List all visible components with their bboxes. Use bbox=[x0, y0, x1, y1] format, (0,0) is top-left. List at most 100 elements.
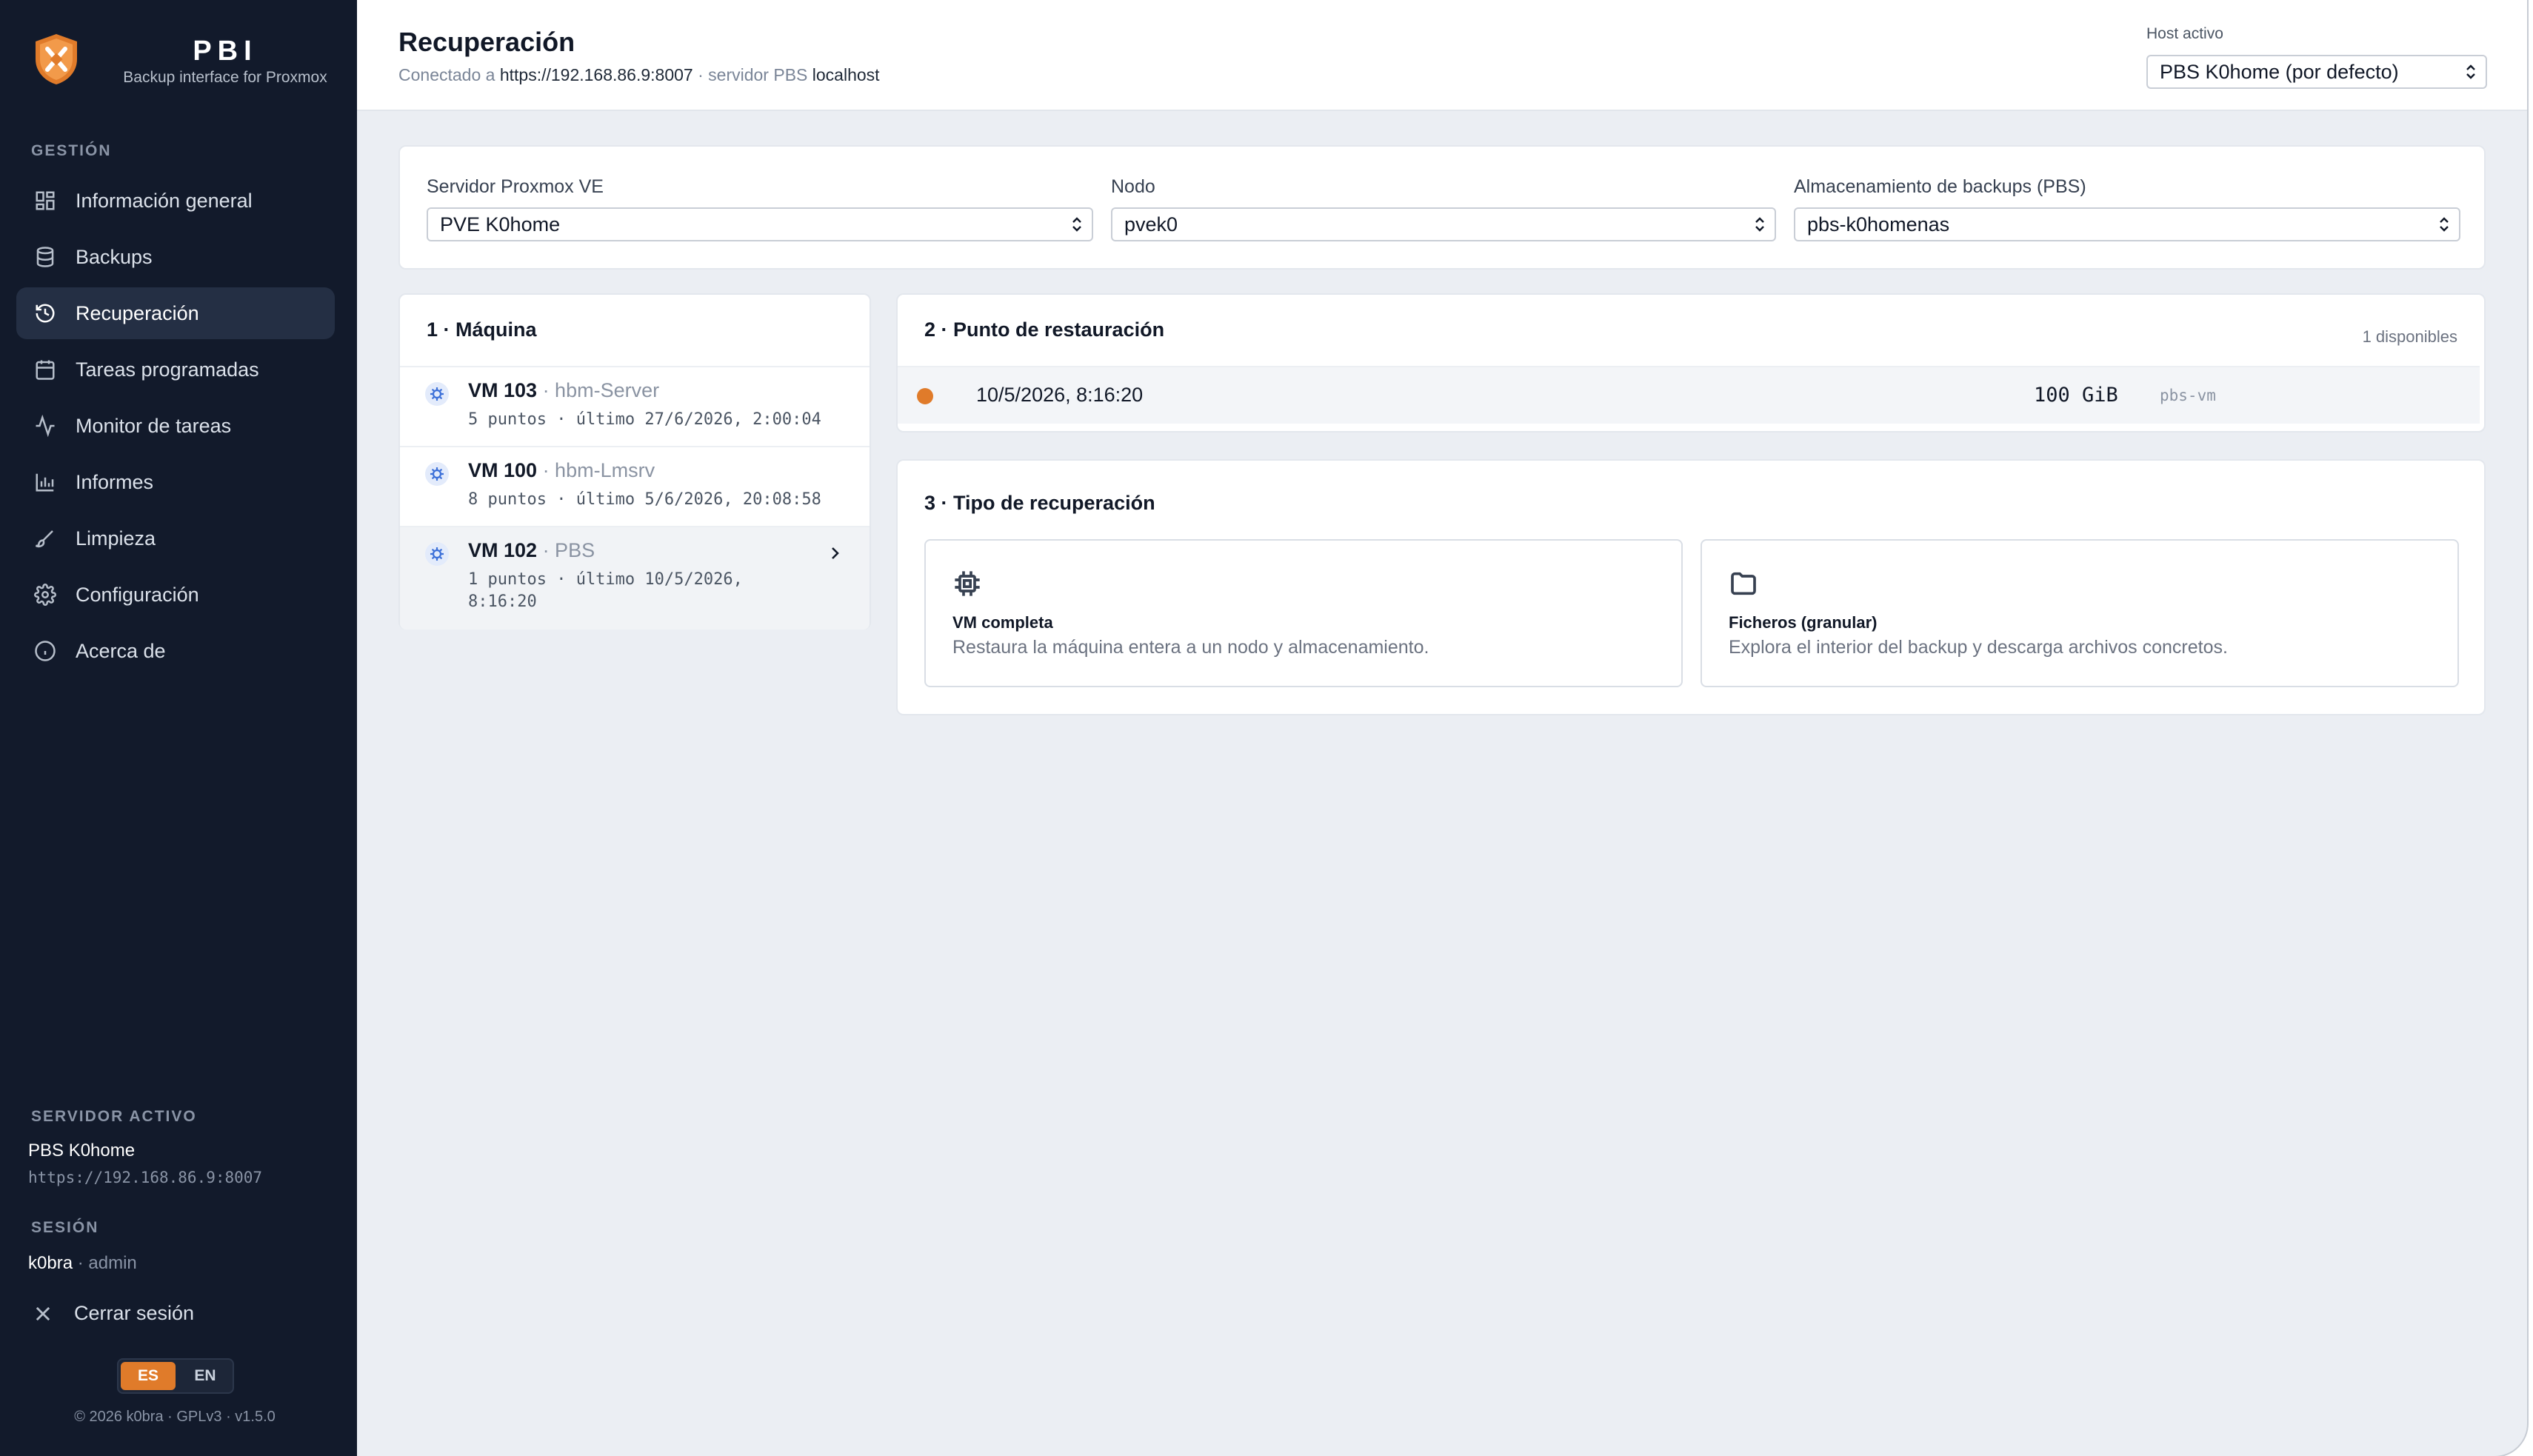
conn-url: https://192.168.86.9:8007 bbox=[499, 65, 693, 84]
language-switcher: ES EN bbox=[117, 1358, 234, 1394]
option-title: VM completa bbox=[952, 613, 1053, 632]
restore-point-row[interactable]: 10/5/2026, 8:16:20 100 GiB pbs-vm bbox=[898, 366, 2480, 424]
vm-list-item[interactable]: VM 103 · hbm-Server 5 puntos · último 27… bbox=[400, 366, 870, 446]
vm-meta: 1 puntos · último 10/5/2026, 8:16:20 bbox=[468, 570, 743, 611]
restore-point-size: 100 GiB bbox=[2034, 384, 2118, 407]
vm-hostname: · hbm-Lmsrv bbox=[537, 459, 655, 481]
storage-label: Almacenamiento de backups (PBS) bbox=[1794, 176, 2086, 197]
cpu-icon bbox=[955, 571, 980, 596]
full-vm-option[interactable]: VM completa Restaura la máquina entera a… bbox=[924, 539, 1683, 687]
active-server-name: PBS K0home bbox=[28, 1141, 136, 1161]
restore-point-title: 2 · Punto de restauración bbox=[924, 318, 1165, 341]
page-title: Recuperación bbox=[398, 27, 575, 57]
sidebar-item-label: Configuración bbox=[76, 583, 199, 606]
connection-info: Conectado a https://192.168.86.9:8007 · … bbox=[398, 65, 880, 85]
machines-title: 1 · Máquina bbox=[427, 318, 537, 341]
sidebar-item-label: Informes bbox=[76, 470, 154, 493]
sidebar-item-monitor[interactable]: Monitor de tareas bbox=[16, 400, 335, 452]
sidebar-item-recovery[interactable]: Recuperación bbox=[16, 287, 335, 339]
sidebar-item-label: Limpieza bbox=[76, 527, 156, 550]
select-arrows-icon bbox=[2466, 64, 2475, 79]
active-server-label: SERVIDOR ACTIVO bbox=[31, 1108, 197, 1125]
vm-meta: 8 puntos · último 5/6/2026, 20:08:58 bbox=[468, 490, 821, 509]
brand-title: PBI bbox=[193, 36, 258, 67]
database-icon bbox=[34, 246, 56, 268]
sidebar-item-label: Monitor de tareas bbox=[76, 414, 232, 437]
restore-point-date: 10/5/2026, 8:16:20 bbox=[976, 384, 1144, 406]
gear-icon bbox=[425, 542, 449, 566]
sidebar-footer: © 2026 k0bra · GPLv3 · v1.5.0 bbox=[74, 1409, 276, 1425]
lang-es-button[interactable]: ES bbox=[121, 1362, 176, 1390]
restore-point-card: 2 · Punto de restauración 1 disponibles … bbox=[896, 293, 2486, 433]
sidebar: PBI Backup interface for Proxmox GESTIÓN… bbox=[0, 0, 357, 1456]
vm-meta: 5 puntos · último 27/6/2026, 2:00:04 bbox=[468, 410, 821, 429]
gear-icon bbox=[425, 382, 449, 406]
filters-card: Servidor Proxmox VE PVE K0home Nodo pvek… bbox=[398, 145, 2486, 270]
conn-host: localhost bbox=[812, 65, 880, 84]
sidebar-item-label: Tareas programadas bbox=[76, 358, 259, 381]
sidebar-item-cleanup[interactable]: Limpieza bbox=[16, 512, 335, 564]
brand[interactable]: PBI Backup interface for Proxmox bbox=[33, 33, 327, 86]
grid-icon bbox=[34, 190, 56, 212]
lang-en-button[interactable]: EN bbox=[178, 1360, 233, 1392]
vm-id: VM 103 bbox=[468, 379, 538, 401]
vm-id: VM 102 bbox=[468, 539, 538, 561]
sidebar-item-reports[interactable]: Informes bbox=[16, 456, 335, 508]
brand-subtitle: Backup interface for Proxmox bbox=[123, 69, 327, 86]
storage-select-value: pbs-k0homenas bbox=[1807, 213, 1950, 236]
logout-label: Cerrar sesión bbox=[74, 1302, 195, 1324]
activity-icon bbox=[34, 415, 56, 437]
vm-name: VM 100 · hbm-Lmsrv bbox=[468, 459, 655, 482]
machines-card: 1 · Máquina VM 103 · hbm-Server 5 puntos… bbox=[398, 293, 871, 630]
nav-section-label: GESTIÓN bbox=[31, 142, 112, 159]
sidebar-item-label: Recuperación bbox=[76, 301, 199, 324]
recovery-type-card: 3 · Tipo de recuperación VM completa Res… bbox=[896, 459, 2486, 715]
brush-icon bbox=[34, 527, 56, 550]
pve-select[interactable]: PVE K0home bbox=[427, 207, 1093, 241]
sidebar-item-about[interactable]: Acerca de bbox=[16, 625, 335, 677]
sidebar-item-label: Acerca de bbox=[76, 639, 166, 662]
session-user: k0bra · admin bbox=[28, 1253, 137, 1274]
sidebar-item-settings[interactable]: Configuración bbox=[16, 569, 335, 621]
vm-hostname: · hbm-Server bbox=[537, 379, 660, 401]
bar-chart-icon bbox=[34, 471, 56, 493]
close-icon bbox=[36, 1306, 50, 1320]
logout-button[interactable]: Cerrar sesión bbox=[33, 1302, 194, 1325]
node-label: Nodo bbox=[1111, 176, 1155, 197]
select-arrows-icon bbox=[1072, 217, 1081, 232]
conn-prefix: Conectado a bbox=[398, 65, 500, 84]
vm-list-item[interactable]: VM 100 · hbm-Lmsrv 8 puntos · último 5/6… bbox=[400, 446, 870, 526]
select-arrows-icon bbox=[1755, 217, 1764, 232]
history-icon bbox=[34, 302, 56, 324]
vm-hostname: · PBS bbox=[537, 539, 595, 561]
host-label: Host activo bbox=[2146, 25, 2223, 42]
sidebar-item-overview[interactable]: Información general bbox=[16, 175, 335, 227]
sidebar-item-backups[interactable]: Backups bbox=[16, 231, 335, 283]
vm-list-item-selected[interactable]: VM 102 · PBS 1 puntos · último 10/5/2026… bbox=[400, 526, 870, 630]
option-title: Ficheros (granular) bbox=[1729, 613, 1878, 632]
storage-select[interactable]: pbs-k0homenas bbox=[1794, 207, 2460, 241]
granular-files-option[interactable]: Ficheros (granular) Explora el interior … bbox=[1701, 539, 2459, 687]
sidebar-item-scheduled[interactable]: Tareas programadas bbox=[16, 344, 335, 395]
sidebar-item-label: Backups bbox=[76, 245, 153, 268]
sidebar-item-label: Información general bbox=[76, 189, 253, 212]
host-select-value: PBS K0home (por defecto) bbox=[2160, 60, 2399, 83]
sidebar-nav: Información general Backups Recuperación… bbox=[16, 175, 335, 681]
option-desc: Restaura la máquina entera a un nodo y a… bbox=[952, 637, 1429, 658]
folder-icon bbox=[1731, 572, 1756, 595]
conn-mid: · servidor PBS bbox=[693, 65, 812, 84]
vm-name: VM 103 · hbm-Server bbox=[468, 379, 659, 402]
recovery-type-title: 3 · Tipo de recuperación bbox=[924, 492, 1155, 514]
vm-id: VM 100 bbox=[468, 459, 538, 481]
session-username: k0bra bbox=[28, 1253, 73, 1273]
node-select[interactable]: pvek0 bbox=[1111, 207, 1776, 241]
active-server-url: https://192.168.86.9:8007 bbox=[28, 1169, 263, 1186]
host-select[interactable]: PBS K0home (por defecto) bbox=[2146, 55, 2487, 89]
pve-label: Servidor Proxmox VE bbox=[427, 176, 604, 197]
info-icon bbox=[34, 640, 56, 662]
calendar-icon bbox=[34, 358, 56, 381]
pve-select-value: PVE K0home bbox=[440, 213, 561, 236]
vm-name: VM 102 · PBS bbox=[468, 539, 595, 562]
chevron-right-icon bbox=[832, 547, 839, 559]
option-desc: Explora el interior del backup y descarg… bbox=[1729, 637, 2228, 658]
